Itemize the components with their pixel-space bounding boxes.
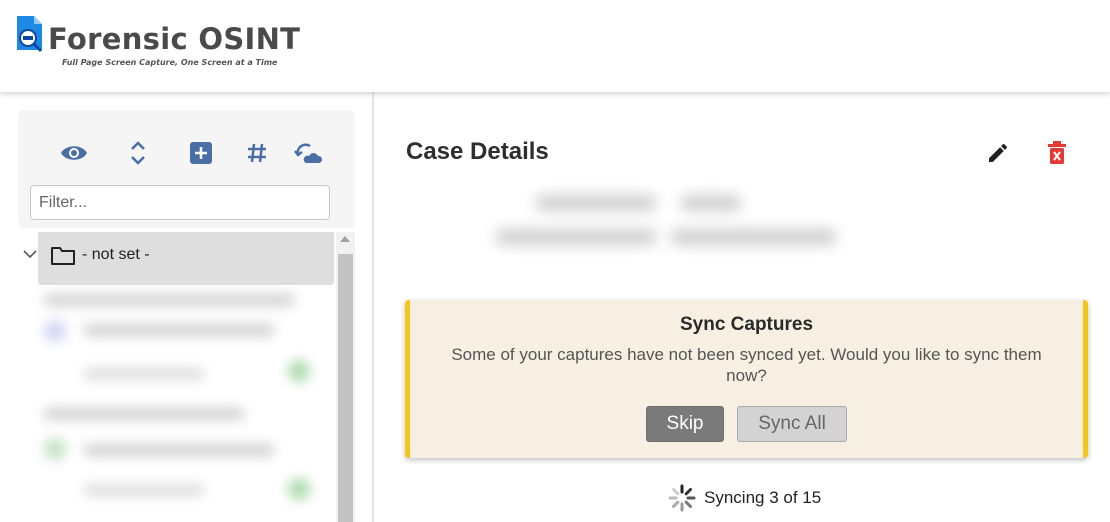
logo-title: Forensic OSINT xyxy=(48,22,301,56)
sync-status-text: Syncing 3 of 15 xyxy=(704,488,822,507)
blurred-case-details xyxy=(486,187,866,267)
logo[interactable]: Forensic OSINT Full Page Screen Capture,… xyxy=(14,14,314,74)
filter-input[interactable] xyxy=(30,185,330,220)
folder-icon xyxy=(51,247,75,265)
sync-all-button[interactable]: Sync All xyxy=(737,406,847,442)
tree-scrollbar[interactable] xyxy=(336,232,355,522)
delete-trash-icon[interactable] xyxy=(1042,138,1072,168)
sidebar-toolbar xyxy=(18,110,355,228)
eye-icon[interactable] xyxy=(59,138,89,168)
chevron-down-icon[interactable] xyxy=(22,246,38,262)
app-header: Forensic OSINT Full Page Screen Capture,… xyxy=(0,0,1110,92)
hashtag-icon[interactable] xyxy=(242,138,272,168)
expand-collapse-icon[interactable] xyxy=(123,138,153,168)
add-square-icon[interactable] xyxy=(186,138,216,168)
sync-dialog-title: Sync Captures xyxy=(679,314,814,335)
cloud-sync-icon[interactable] xyxy=(293,138,323,168)
loading-spinner-icon xyxy=(668,484,696,512)
scroll-up-arrow-icon[interactable] xyxy=(340,236,350,242)
page-title: Case Details xyxy=(406,138,549,165)
tree-item-not-set[interactable]: - not set - xyxy=(38,232,334,285)
logo-tagline: Full Page Screen Capture, One Screen at … xyxy=(62,58,278,67)
edit-pencil-icon[interactable] xyxy=(983,138,1013,168)
tree-item-label: - not set - xyxy=(82,246,150,263)
sync-captures-dialog: Sync Captures Some of your captures have… xyxy=(405,300,1088,458)
sync-status: Syncing 3 of 15 xyxy=(668,484,821,512)
scroll-thumb[interactable] xyxy=(338,254,353,522)
case-tree: - not set - xyxy=(18,232,355,522)
sync-dialog-message: Some of your captures have not been sync… xyxy=(451,345,1042,385)
skip-button[interactable]: Skip xyxy=(646,406,724,442)
main-panel: Case Details Sync Captures Some of your … xyxy=(376,92,1110,522)
forensic-osint-logo-icon xyxy=(17,16,43,53)
blurred-capture-list xyxy=(34,288,324,522)
sidebar: - not set - xyxy=(0,92,374,522)
